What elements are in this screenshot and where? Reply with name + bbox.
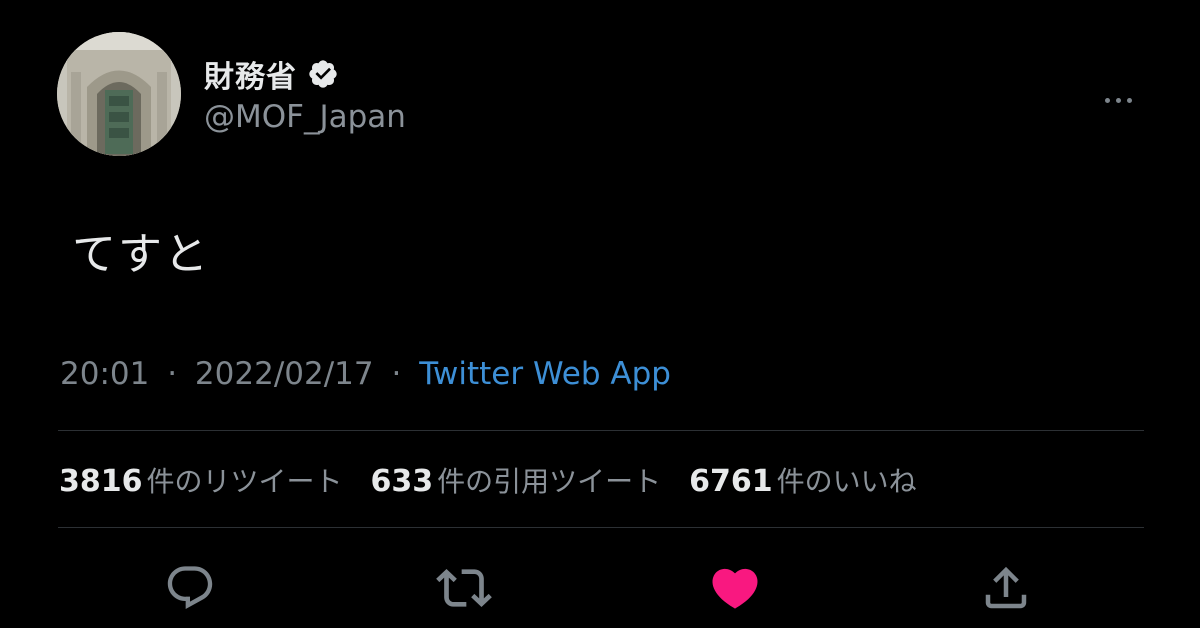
tweet-time[interactable]: 20:01 — [60, 356, 149, 392]
retweet-label: 件のリツイート — [146, 465, 343, 498]
retweet-icon — [436, 569, 492, 607]
avatar[interactable] — [57, 32, 181, 156]
tweet-meta: 20:01 · 2022/02/17 · Twitter Web App — [60, 356, 671, 392]
retweet-button[interactable] — [436, 560, 492, 616]
more-options-button[interactable] — [1096, 88, 1140, 112]
dot-icon — [1115, 97, 1121, 103]
like-label: 件のいいね — [776, 465, 917, 498]
building-photo — [57, 32, 181, 156]
engagement-stats: 3816 件のリツイート 633 件の引用ツイート 6761 件のいいね — [59, 460, 945, 500]
like-button[interactable] — [707, 560, 763, 616]
author-handle[interactable]: @MOF_Japan — [204, 99, 406, 135]
author-name-row[interactable]: 財務省 — [204, 52, 339, 96]
quotes-stat[interactable]: 633 件の引用ツイート — [371, 460, 662, 500]
speech-bubble-icon — [167, 566, 213, 610]
quote-count: 633 — [370, 464, 434, 499]
retweets-stat[interactable]: 3816 件のリツイート — [59, 460, 343, 500]
divider — [58, 430, 1144, 431]
share-button[interactable] — [978, 560, 1034, 616]
heart-icon — [712, 568, 758, 609]
divider — [58, 527, 1144, 528]
verified-badge-icon — [307, 58, 339, 90]
likes-stat[interactable]: 6761 件のいいね — [689, 460, 917, 500]
meta-separator: · — [391, 356, 402, 392]
display-name[interactable]: 財務省 — [204, 52, 297, 96]
meta-separator: · — [167, 356, 178, 392]
like-count: 6761 — [689, 464, 773, 499]
retweet-count: 3816 — [59, 464, 143, 499]
tweet-text: てすと — [72, 229, 210, 280]
dot-icon — [1104, 97, 1110, 103]
dot-icon — [1126, 97, 1132, 103]
quote-label: 件の引用ツイート — [437, 465, 662, 498]
reply-button[interactable] — [162, 560, 218, 616]
tweet-date[interactable]: 2022/02/17 — [195, 356, 374, 392]
share-icon — [985, 566, 1027, 609]
tweet-source-link[interactable]: Twitter Web App — [419, 356, 671, 392]
